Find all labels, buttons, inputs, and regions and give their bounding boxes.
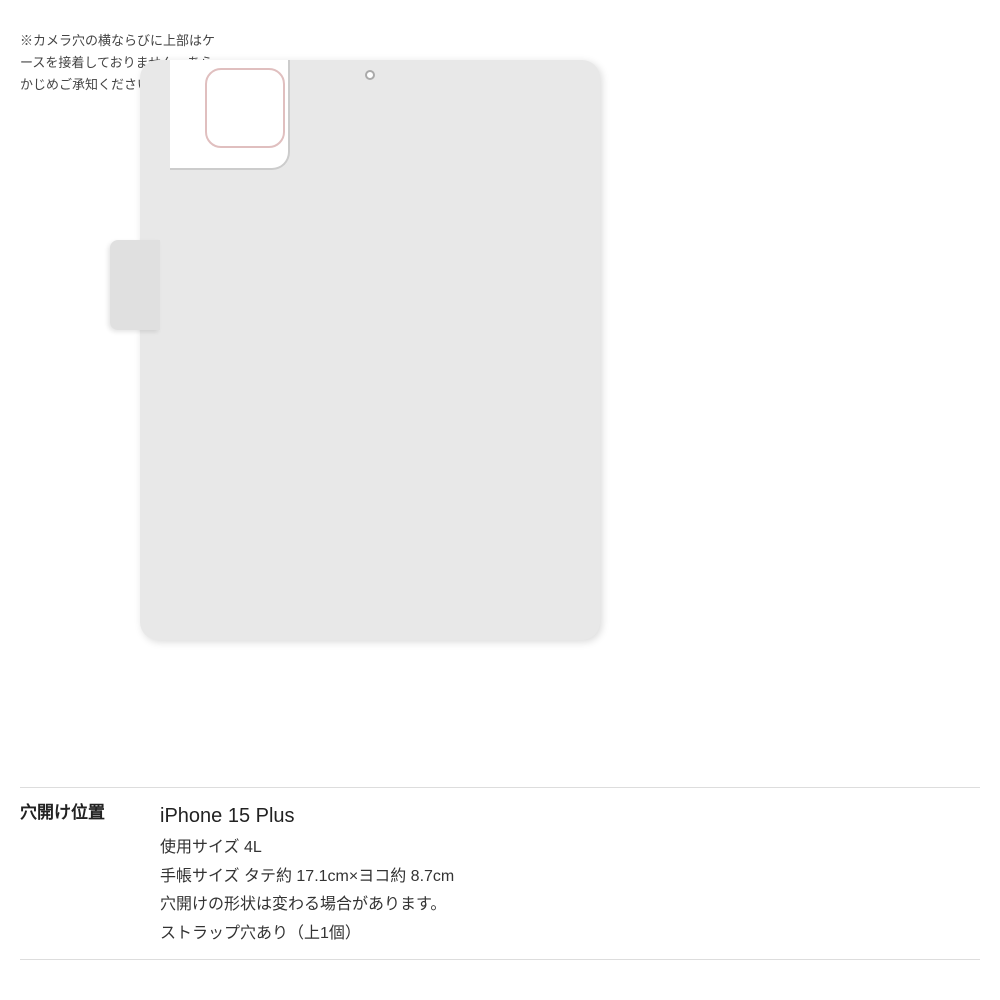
hole-position-label: 穴開け位置	[20, 798, 140, 829]
separator-bottom	[20, 959, 980, 960]
camera-module	[205, 68, 285, 148]
info-section: 穴開け位置 iPhone 15 Plus 使用サイズ 4L 手帳サイズ タテ約 …	[20, 777, 980, 970]
case-illustration	[80, 20, 650, 660]
side-tab	[110, 240, 160, 330]
size-label: 使用サイズ 4L	[160, 834, 454, 863]
device-name: iPhone 15 Plus	[160, 798, 454, 834]
page: ※カメラ穴の横ならびに上部はケースを接着しておりません。あらかじめご承知ください…	[0, 0, 1000, 1000]
camera-cutout	[170, 60, 290, 170]
case-body	[140, 60, 600, 640]
hole-position-row: 穴開け位置 iPhone 15 Plus 使用サイズ 4L 手帳サイズ タテ約 …	[20, 798, 980, 949]
notebook-size: 手帳サイズ タテ約 17.1cm×ヨコ約 8.7cm	[160, 863, 454, 892]
strap-hole	[365, 70, 375, 80]
shape-note: 穴開けの形状は変わる場合があります。	[160, 891, 454, 920]
hole-position-details: iPhone 15 Plus 使用サイズ 4L 手帳サイズ タテ約 17.1cm…	[160, 798, 454, 949]
strap-note: ストラップ穴あり（上1個）	[160, 920, 454, 949]
separator-top	[20, 787, 980, 788]
